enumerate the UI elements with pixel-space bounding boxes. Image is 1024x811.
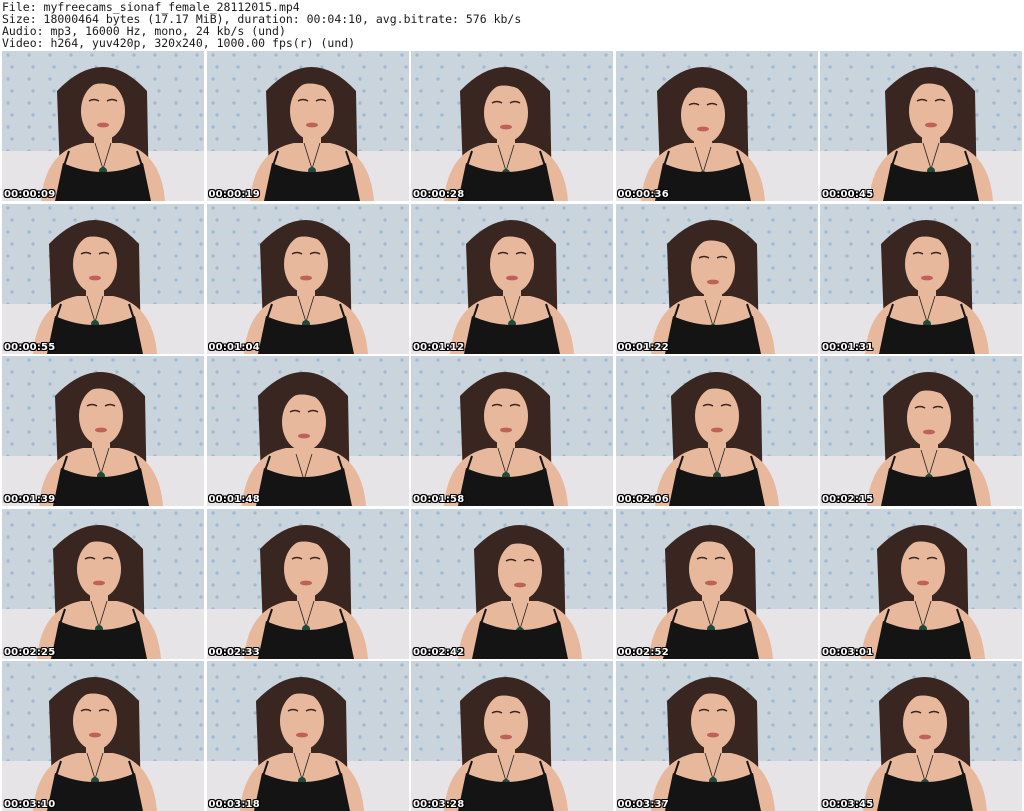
video-frame-thumbnail: 00:01:04 bbox=[206, 203, 409, 354]
frame-timestamp: 00:02:25 bbox=[4, 646, 56, 658]
frame-timestamp: 00:02:06 bbox=[617, 494, 669, 505]
video-info-line: Video: h264, yuv420p, 320x240, 1000.00 f… bbox=[2, 36, 356, 50]
video-frame-thumbnail: 00:01:31 bbox=[820, 203, 1022, 354]
video-frame-thumbnail: 00:03:28 bbox=[411, 661, 613, 811]
video-frame-thumbnail: 00:03:10 bbox=[2, 661, 204, 811]
frame-timestamp: 00:01:12 bbox=[413, 341, 465, 353]
frame-timestamp: 00:03:37 bbox=[617, 799, 669, 810]
video-frame-thumbnail: 00:00:19 bbox=[206, 51, 409, 201]
frame-timestamp: 00:03:01 bbox=[822, 646, 874, 658]
frame-timestamp: 00:00:19 bbox=[208, 189, 260, 200]
video-frame-thumbnail: 00:00:55 bbox=[2, 203, 204, 354]
frame-timestamp: 00:01:58 bbox=[413, 494, 465, 505]
video-frame-thumbnail: 00:02:33 bbox=[206, 508, 409, 659]
frame-timestamp: 00:00:09 bbox=[4, 189, 56, 200]
frame-timestamp: 00:00:36 bbox=[617, 189, 669, 200]
video-frame-thumbnail: 00:02:52 bbox=[615, 508, 818, 659]
video-frame-thumbnail: 00:02:06 bbox=[615, 356, 818, 506]
video-frame-thumbnail: 00:00:36 bbox=[615, 51, 818, 201]
video-frame-thumbnail: 00:01:58 bbox=[411, 356, 613, 506]
video-frame-thumbnail: 00:00:09 bbox=[2, 51, 204, 201]
frame-timestamp: 00:01:39 bbox=[4, 494, 56, 505]
frame-timestamp: 00:02:52 bbox=[617, 646, 669, 658]
video-frame-thumbnail: 00:03:01 bbox=[820, 508, 1022, 659]
frame-timestamp: 00:01:31 bbox=[822, 341, 874, 353]
video-frame-thumbnail: 00:03:45 bbox=[820, 661, 1022, 811]
video-frame-thumbnail: 00:00:28 bbox=[411, 51, 613, 201]
frame-timestamp: 00:02:15 bbox=[822, 494, 874, 505]
video-frame-thumbnail: 00:03:18 bbox=[206, 661, 409, 811]
video-frame-thumbnail: 00:02:25 bbox=[2, 508, 204, 659]
frame-timestamp: 00:02:33 bbox=[208, 646, 260, 658]
video-frame-thumbnail: 00:02:15 bbox=[820, 356, 1022, 506]
video-frame-thumbnail: 00:01:12 bbox=[411, 203, 613, 354]
frame-timestamp: 00:01:22 bbox=[617, 341, 669, 353]
file-info-header: File: myfreecams_sionaf_female_28112015.… bbox=[2, 1, 1022, 49]
frame-timestamp: 00:03:18 bbox=[208, 799, 260, 810]
video-frame-thumbnail: 00:01:48 bbox=[206, 356, 409, 506]
frame-timestamp: 00:03:45 bbox=[822, 799, 874, 810]
video-frame-thumbnail: 00:01:39 bbox=[2, 356, 204, 506]
frame-timestamp: 00:01:04 bbox=[208, 341, 260, 353]
video-frame-thumbnail: 00:02:42 bbox=[411, 508, 613, 659]
frame-timestamp: 00:00:28 bbox=[413, 189, 465, 200]
video-frame-thumbnail: 00:00:45 bbox=[820, 51, 1022, 201]
video-frame-thumbnail: 00:01:22 bbox=[615, 203, 818, 354]
video-frame-thumbnail: 00:03:37 bbox=[615, 661, 818, 811]
frame-timestamp: 00:02:42 bbox=[413, 646, 465, 658]
frame-timestamp: 00:00:45 bbox=[822, 189, 874, 200]
frame-timestamp: 00:03:10 bbox=[4, 799, 56, 810]
frame-timestamp: 00:01:48 bbox=[208, 494, 260, 505]
frame-timestamp: 00:00:55 bbox=[4, 341, 56, 353]
frame-timestamp: 00:03:28 bbox=[413, 799, 465, 810]
thumbnail-grid: 00:00:09 00:00:19 00:00:28 00:00:36 00:0… bbox=[2, 51, 1022, 811]
